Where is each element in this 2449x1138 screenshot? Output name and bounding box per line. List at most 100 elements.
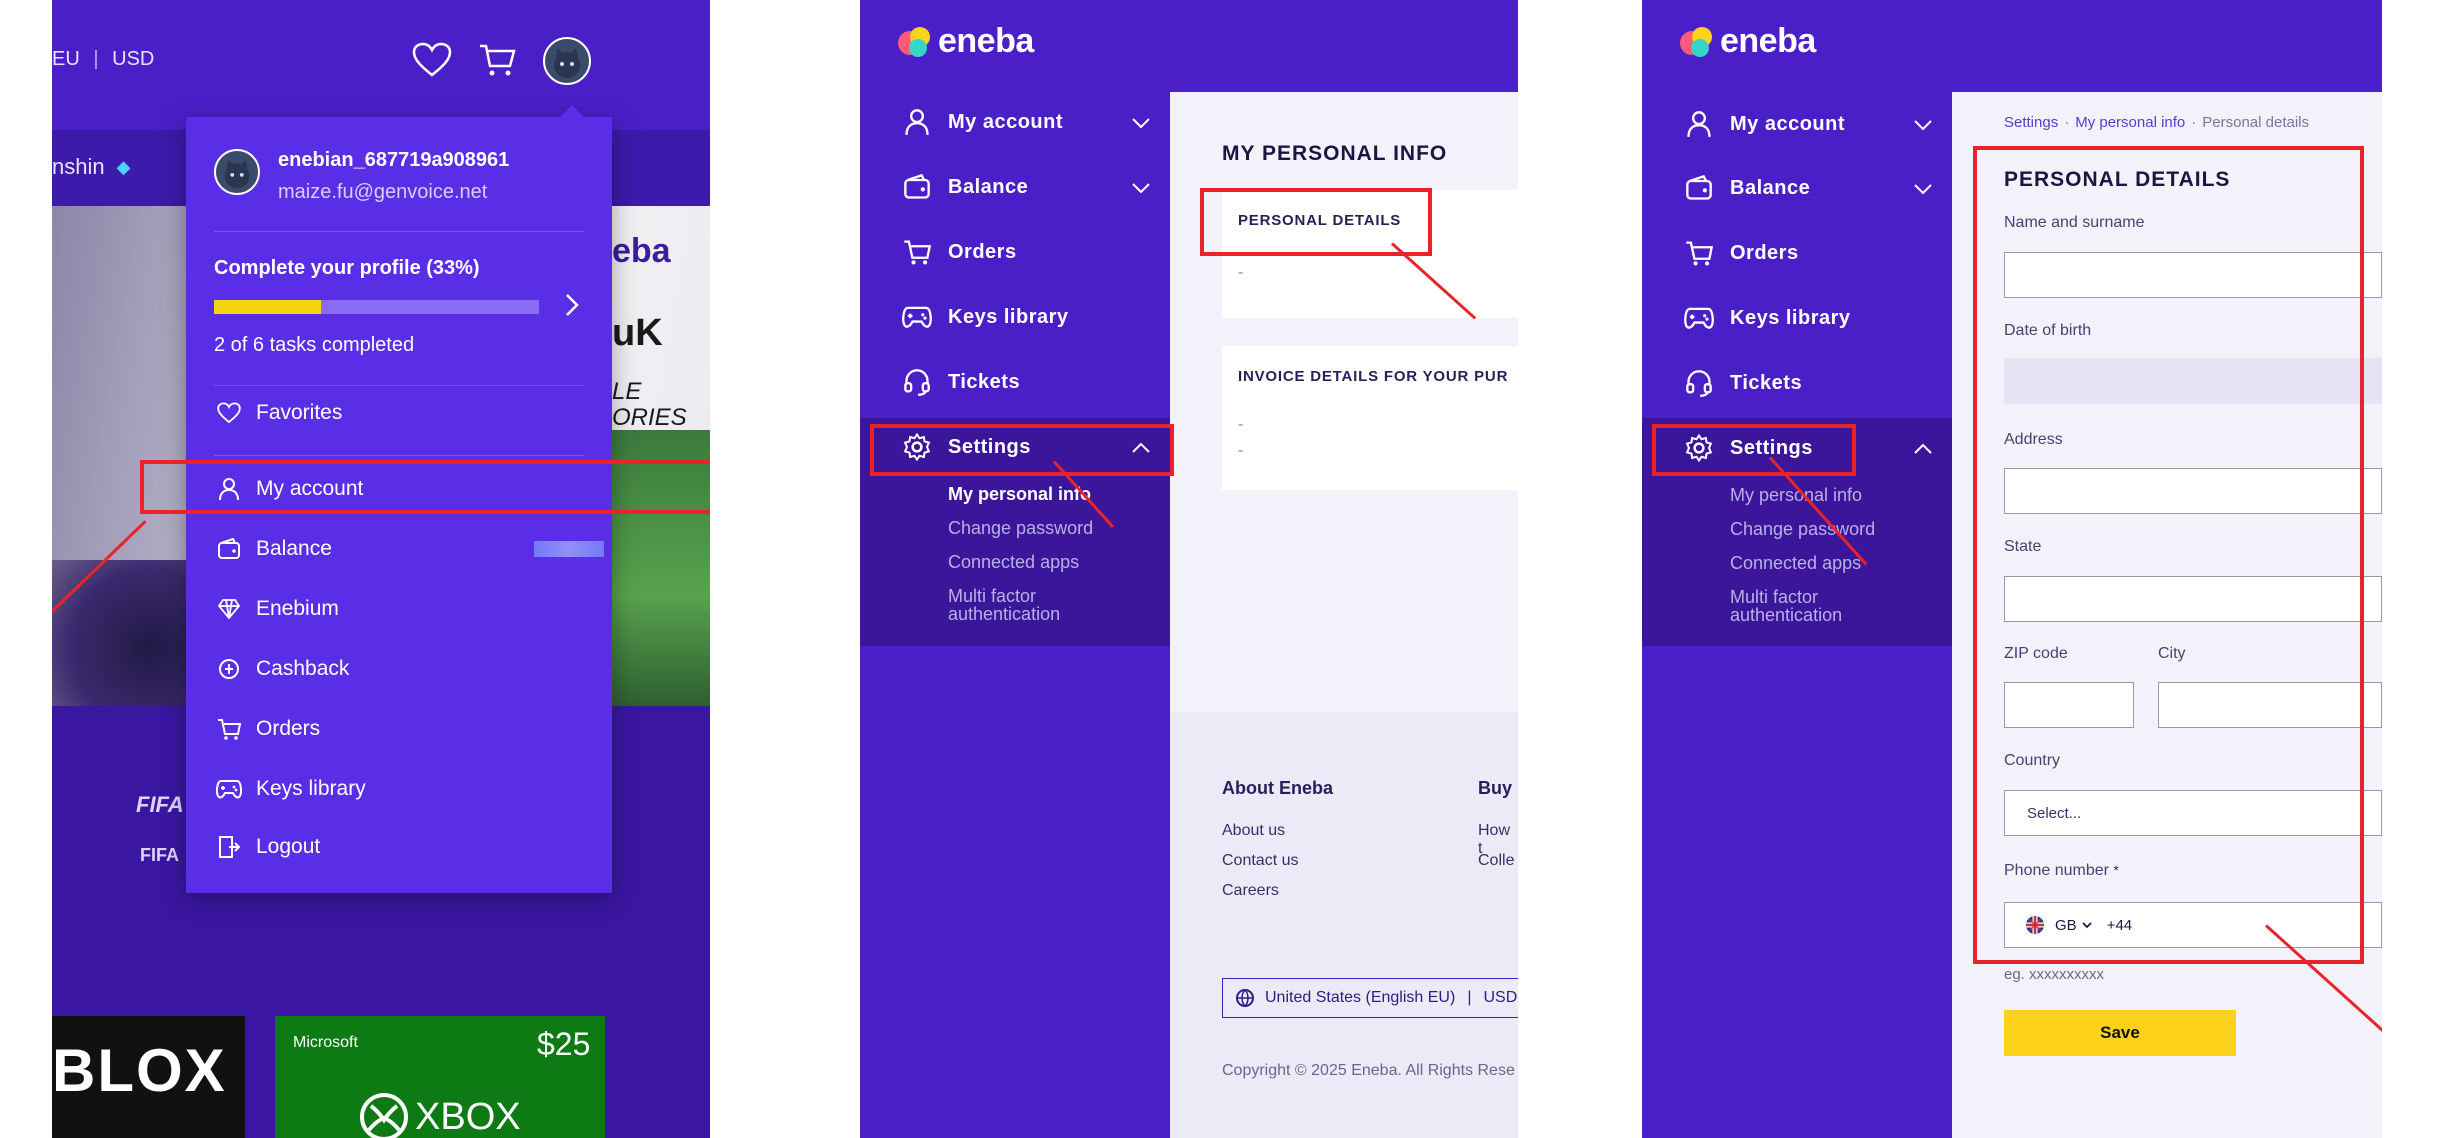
locale-separator: | (1467, 989, 1472, 1006)
sidebar-item-label: Tickets (948, 370, 1021, 393)
eneba-logo[interactable]: eneba (896, 22, 1034, 61)
footer-link-careers[interactable]: Careers (1222, 882, 1279, 900)
sidebar-item-label: Balance (1730, 176, 1811, 199)
invoice-details-card[interactable]: INVOICE DETAILS FOR YOUR PUR - - (1222, 346, 1518, 490)
xbox-logo: XBOX (359, 1092, 521, 1138)
menu-avatar (214, 149, 260, 195)
footer-link-about[interactable]: About us (1222, 822, 1285, 840)
headset-icon (1682, 366, 1716, 400)
submenu-connected-apps[interactable]: Connected apps (948, 552, 1079, 573)
submenu-connected-apps[interactable]: Connected apps (1730, 553, 1861, 574)
chevron-up-icon[interactable] (1912, 438, 1934, 460)
menu-item-label: Cashback (256, 657, 350, 680)
submenu-my-personal-info[interactable]: My personal info (948, 484, 1091, 505)
profile-progress-fill (214, 300, 322, 314)
chevron-down-icon[interactable] (1912, 114, 1934, 136)
sidebar-item-keys-library[interactable]: Keys library (900, 297, 1069, 337)
menu-item-label: Keys library (256, 777, 366, 800)
save-button[interactable]: Save (2004, 1010, 2236, 1056)
chevron-right-icon[interactable] (562, 291, 582, 319)
chevron-down-icon[interactable] (1130, 177, 1152, 199)
footer-link-collections[interactable]: Colle (1478, 852, 1514, 870)
currency-text: USD (112, 48, 155, 70)
banner-text-line2: ORIES (612, 404, 687, 431)
placeholder-dash: - (1238, 416, 1244, 433)
breadcrumb: Settings · My personal info · Personal detai… (2004, 114, 2315, 131)
eneba-logo-text: eneba (1720, 22, 1816, 60)
wishlist-heart-icon[interactable] (412, 42, 452, 78)
placeholder-dash: - (1238, 442, 1244, 459)
fifa-logo-2: FIFA (140, 845, 179, 865)
sidebar-item-keys-library[interactable]: Keys library (1682, 298, 1851, 338)
menu-item-keys-library[interactable]: Keys library (214, 769, 366, 809)
card-price: $25 (537, 1026, 591, 1062)
profile-completion-title[interactable]: Complete your profile (33%) (214, 257, 480, 280)
account-sidebar: eneba My account Balance Orders Keys lib… (1642, 0, 1952, 1138)
avatar[interactable] (543, 37, 591, 85)
sidebar-item-label: Balance (948, 175, 1029, 198)
phone-example-hint: eg. xxxxxxxxxx (2004, 966, 2105, 983)
game-tab[interactable]: nshin ◆ (52, 154, 130, 180)
balance-amount-blurred (534, 541, 604, 557)
menu-item-orders[interactable]: Orders (214, 709, 320, 749)
breadcrumb-personal-info[interactable]: My personal info (2075, 114, 2185, 131)
menu-item-favorites[interactable]: Favorites (214, 393, 342, 433)
account-sidebar: eneba My account Balance Orders Keys lib… (860, 0, 1170, 1138)
sidebar-item-label: Keys library (948, 305, 1069, 328)
breadcrumb-current: Personal details (2202, 114, 2309, 131)
basket-icon (900, 235, 934, 269)
menu-item-balance[interactable]: Balance (214, 529, 604, 569)
sidebar-item-my-account[interactable]: My account (1682, 104, 1845, 144)
chevron-down-icon[interactable] (1130, 112, 1152, 134)
profile-progress-bar (214, 300, 539, 314)
sidebar-item-label: Orders (1730, 241, 1799, 264)
submenu-change-password[interactable]: Change password (1730, 519, 1875, 540)
breadcrumb-settings[interactable]: Settings (2004, 114, 2058, 131)
menu-item-enebium[interactable]: Enebium (214, 589, 339, 629)
region-text: EU (52, 48, 80, 70)
product-card-roblox[interactable]: BLOX (52, 1016, 245, 1138)
locale-text: United States (English EU) (1265, 989, 1456, 1006)
chevron-down-icon[interactable] (1912, 178, 1934, 200)
annotation-box-settings (870, 424, 1174, 476)
footer-link-contact[interactable]: Contact us (1222, 852, 1298, 870)
product-card-xbox[interactable]: Microsoft $25 XBOX (275, 1016, 605, 1138)
menu-divider (214, 455, 584, 456)
sidebar-item-balance[interactable]: Balance (1682, 168, 1810, 208)
region-selector[interactable]: EU | USD (52, 48, 154, 71)
menu-item-logout[interactable]: Logout (214, 827, 320, 867)
sidebar-item-label: Orders (948, 240, 1017, 263)
gamepad-icon (214, 774, 244, 804)
locale-selector[interactable]: United States (English EU) | USD (1222, 978, 1518, 1018)
eneba-logo[interactable]: eneba (1678, 22, 1816, 61)
panel-personal-details-form: eneba My account Balance Orders Keys lib… (1642, 0, 2382, 1138)
sidebar-item-orders[interactable]: Orders (900, 232, 1017, 272)
card-product: XBOX (415, 1095, 521, 1138)
heart-icon (214, 398, 244, 428)
menu-divider (214, 385, 584, 386)
footer-currency: USD (1483, 989, 1518, 1006)
sidebar-item-tickets[interactable]: Tickets (1682, 363, 1802, 403)
sidebar-item-tickets[interactable]: Tickets (900, 362, 1020, 402)
menu-item-label: Orders (256, 717, 321, 740)
copyright-text: Copyright © 2025 Eneba. All Rights Rese (1222, 1062, 1515, 1079)
wallet-icon (214, 534, 244, 564)
menu-item-cashback[interactable]: Cashback (214, 649, 349, 689)
game-tab-label: nshin (52, 154, 105, 179)
sidebar-item-my-account[interactable]: My account (900, 102, 1063, 142)
sidebar-item-balance[interactable]: Balance (900, 167, 1028, 207)
fifa-logo-1: FIFA (136, 792, 184, 817)
sidebar-item-label: Tickets (1730, 371, 1803, 394)
sidebar-item-orders[interactable]: Orders (1682, 233, 1799, 273)
cart-icon[interactable] (478, 42, 518, 78)
wallet-icon (1682, 171, 1716, 205)
submenu-multi-factor-line2[interactable]: authentication (948, 604, 1060, 625)
submenu-change-password[interactable]: Change password (948, 518, 1093, 539)
invoice-details-heading: INVOICE DETAILS FOR YOUR PUR (1238, 368, 1509, 385)
menu-email: maize.fu@genvoice.net (278, 181, 488, 203)
placeholder-dash: - (1238, 264, 1244, 281)
footer-buy-heading: Buy (1478, 778, 1513, 798)
card-brand: Microsoft (293, 1034, 358, 1051)
submenu-multi-factor-line2[interactable]: authentication (1730, 605, 1842, 626)
panel-store-menu: EU | USD nshin ◆ eba uK LE ORIES FIFA FI… (52, 0, 710, 1138)
